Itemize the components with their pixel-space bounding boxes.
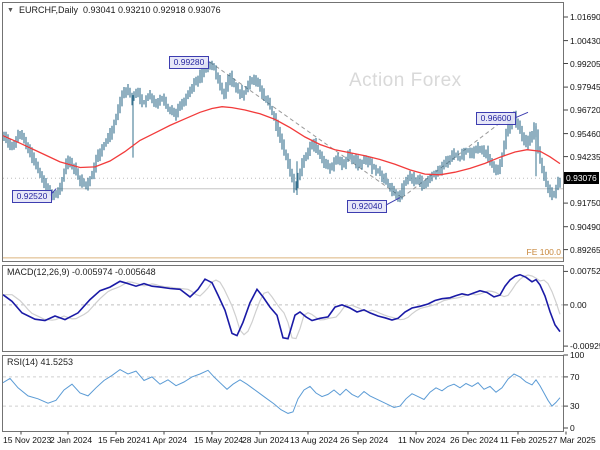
price-axis-label: 1.01690 (570, 12, 600, 22)
date-axis-label: 11 Nov 2024 (398, 435, 446, 445)
price-annotation-box[interactable]: 0.96600 (476, 112, 516, 125)
date-axis-label: 1 Apr 2024 (146, 435, 188, 445)
price-annotation-box[interactable]: 0.99280 (169, 56, 209, 69)
date-axis-label: 26 Dec 2024 (450, 435, 499, 445)
current-price-tag: 0.93076 (564, 172, 599, 184)
price-axis-label: 0.99205 (570, 59, 600, 69)
date-axis-label: 28 Jun 2024 (242, 435, 289, 445)
ohlc-values: 0.93041 0.93210 0.92918 0.93076 (82, 5, 221, 15)
date-axis-label: 13 Aug 2024 (290, 435, 338, 445)
price-annotation-box[interactable]: 0.92520 (12, 190, 52, 203)
macd-axis-label: 0.007526 (570, 266, 600, 276)
price-axis-label: 0.95460 (570, 129, 600, 139)
price-axis-label: 0.97945 (570, 82, 600, 92)
rsi-axis-label: 100 (570, 350, 585, 360)
date-axis-label: 26 Sep 2024 (340, 435, 389, 445)
date-axis-label: 11 Feb 2025 (500, 435, 548, 445)
price-axis-label: 0.94235 (570, 152, 600, 162)
symbol-period-label: EURCHF,Daily (18, 5, 78, 15)
date-axis-label: 27 Mar 2025 (548, 435, 596, 445)
macd-axis-label: 0.00 (570, 300, 587, 310)
price-axis-label: 0.90490 (570, 222, 600, 232)
chart-plot-area[interactable] (0, 0, 600, 450)
chart-header: ▼ EURCHF,Daily 0.93041 0.93210 0.92918 0… (7, 5, 221, 15)
trading-chart-window: ▼ EURCHF,Daily 0.93041 0.93210 0.92918 0… (0, 0, 600, 450)
watermark: Action Forex (349, 70, 462, 91)
rsi-axis-label: 70 (570, 372, 580, 382)
macd-indicator-label: MACD(12,26,9) -0.005974 -0.005648 (7, 267, 156, 277)
fib-expansion-label: FE 100.0 (526, 247, 562, 257)
rsi-axis-label: 30 (570, 401, 580, 411)
rsi-axis-label: 0 (570, 423, 575, 433)
date-axis-label: 2 Jan 2024 (50, 435, 93, 445)
date-axis-label: 15 Feb 2024 (98, 435, 146, 445)
rsi-indicator-label: RSI(14) 41.5253 (7, 357, 74, 367)
price-axis-label: 0.96720 (570, 105, 600, 115)
price-annotation-box[interactable]: 0.92040 (347, 200, 387, 213)
price-axis-label: 0.89265 (570, 245, 600, 255)
date-axis-label: 15 Nov 2023 (3, 435, 52, 445)
collapse-triangle-icon[interactable]: ▼ (7, 6, 14, 15)
price-axis-label: 0.91750 (570, 198, 600, 208)
price-axis-label: 1.00430 (570, 36, 600, 46)
date-axis-label: 15 May 2024 (194, 435, 244, 445)
